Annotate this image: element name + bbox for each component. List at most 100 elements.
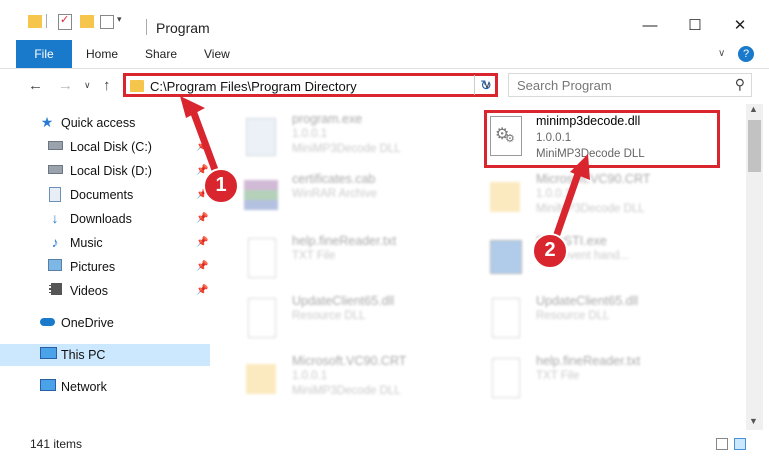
file-name: certificates.cab bbox=[292, 172, 376, 186]
sidebar-item-this-pc[interactable]: This PC bbox=[0, 344, 210, 366]
search-input[interactable]: Search Program bbox=[517, 78, 612, 93]
details-view-icon[interactable] bbox=[716, 438, 728, 450]
pin-icon: 📌 bbox=[196, 141, 209, 152]
dll-gear-icon bbox=[486, 296, 526, 340]
pin-icon: 📌 bbox=[196, 189, 209, 200]
tab-view[interactable]: View bbox=[204, 40, 230, 68]
sidebar-item-pictures[interactable]: Pictures 📌 bbox=[0, 256, 210, 278]
sidebar-item-quick-access[interactable]: ★ Quick access bbox=[0, 112, 210, 134]
sidebar-item-music[interactable]: ♪ Music 📌 bbox=[0, 232, 210, 254]
folder-icon bbox=[28, 12, 42, 30]
address-bar[interactable]: C:\Program Files\Program Directory ∨ bbox=[123, 73, 498, 97]
file-item[interactable]: UpdateClient65.dll Resource DLL bbox=[242, 292, 487, 348]
customize-icon[interactable] bbox=[100, 12, 114, 30]
recent-dropdown-icon[interactable]: ∨ bbox=[84, 80, 91, 91]
sidebar-item-label: Local Disk (C:) bbox=[70, 140, 152, 154]
videos-icon bbox=[48, 283, 62, 297]
file-name: program.exe bbox=[292, 112, 363, 126]
large-icons-view-icon[interactable] bbox=[734, 438, 746, 450]
help-icon[interactable]: ? bbox=[738, 46, 754, 62]
tab-file[interactable]: File bbox=[16, 40, 72, 68]
pin-icon: 📌 bbox=[196, 237, 209, 248]
file-version: 1.0.0.1 bbox=[536, 188, 572, 200]
dll-gear-icon bbox=[242, 296, 282, 340]
music-icon: ♪ bbox=[51, 234, 59, 250]
sidebar-item-local-disk-d[interactable]: Local Disk (D:) 📌 bbox=[0, 160, 210, 182]
sidebar-item-label: Quick access bbox=[61, 116, 136, 130]
sidebar-item-downloads[interactable]: ↓ Downloads 📌 bbox=[0, 208, 210, 230]
star-icon: ★ bbox=[40, 114, 54, 130]
new-folder-icon[interactable] bbox=[80, 12, 94, 30]
back-arrow-icon[interactable]: ← bbox=[28, 77, 43, 94]
downloads-icon: ↓ bbox=[51, 210, 59, 226]
file-item[interactable]: Microsoft.VC90.CRT 1.0.0.1 MiniMP3Decode… bbox=[486, 170, 731, 226]
file-name: UpdateClient65.dll bbox=[292, 294, 395, 308]
scrollbar-thumb[interactable] bbox=[748, 120, 761, 172]
file-type: WinRAR Archive bbox=[292, 188, 377, 200]
folder-icon bbox=[486, 174, 526, 218]
drive-icon bbox=[48, 163, 63, 177]
file-name: UpdateClient65.dll bbox=[536, 294, 639, 308]
file-description: MiniMP3Decode DLL bbox=[292, 143, 401, 155]
navigation-pane: ★ Quick access Local Disk (C:) 📌 Local D… bbox=[0, 104, 210, 430]
sidebar-item-label: Music bbox=[70, 236, 103, 250]
sidebar-item-documents[interactable]: Documents 📌 bbox=[0, 184, 210, 206]
computer-icon bbox=[40, 347, 57, 361]
file-type: TXT File bbox=[536, 370, 580, 382]
tab-share[interactable]: Share bbox=[145, 40, 177, 68]
file-name: Microsoft.VC90.CRT bbox=[536, 172, 651, 186]
expand-ribbon-icon[interactable]: ∨ bbox=[718, 48, 725, 59]
documents-icon bbox=[48, 187, 62, 202]
scroll-down-icon[interactable]: ▼ bbox=[749, 416, 758, 426]
step-2-label: 2 bbox=[544, 239, 556, 261]
window-title: Program bbox=[156, 20, 210, 36]
file-item[interactable]: UpdateClient65.dll Resource DLL bbox=[486, 292, 731, 348]
vertical-scrollbar[interactable]: ▲ ▼ bbox=[746, 104, 763, 430]
quick-access-dropdown-icon[interactable]: ▾ bbox=[117, 14, 122, 32]
tab-home[interactable]: Home bbox=[86, 40, 118, 68]
search-icon[interactable]: ⚲ bbox=[735, 76, 745, 93]
sidebar-item-label: Pictures bbox=[70, 260, 116, 274]
file-description: MiniMP3Decode DLL bbox=[536, 203, 645, 215]
sidebar-item-label: Local Disk (D:) bbox=[70, 164, 152, 178]
sidebar-item-label: Videos bbox=[70, 284, 108, 298]
file-name: Microsoft.VC90.CRT bbox=[292, 354, 407, 368]
file-highlight-box bbox=[484, 110, 720, 168]
sidebar-item-videos[interactable]: Videos 📌 bbox=[0, 280, 210, 302]
file-item[interactable]: program.exe 1.0.0.1 MiniMP3Decode DLL bbox=[242, 110, 487, 166]
text-file-icon bbox=[242, 236, 282, 280]
file-item[interactable]: help.fineReader.txt TXT File bbox=[486, 352, 731, 408]
sidebar-item-label: Network bbox=[61, 380, 107, 394]
sidebar-item-local-disk-c[interactable]: Local Disk (C:) 📌 bbox=[0, 136, 210, 158]
search-box[interactable]: Search Program ⚲ bbox=[508, 73, 752, 97]
address-path: C:\Program Files\Program Directory bbox=[150, 79, 357, 94]
scroll-up-icon[interactable]: ▲ bbox=[749, 104, 758, 114]
text-file-icon bbox=[486, 356, 526, 400]
file-type: Resource DLL bbox=[536, 310, 610, 322]
separator bbox=[46, 14, 47, 28]
forward-arrow-icon[interactable]: → bbox=[58, 77, 73, 94]
file-item[interactable]: EasySTI.exe Web event hand... bbox=[486, 232, 731, 288]
minimize-button[interactable]: — bbox=[640, 16, 660, 36]
sidebar-item-network[interactable]: Network bbox=[0, 376, 210, 398]
file-version: 1.0.0.1 bbox=[292, 370, 328, 382]
sidebar-item-onedrive[interactable]: OneDrive bbox=[0, 312, 210, 334]
network-icon bbox=[40, 379, 56, 393]
file-version: 1.0.0.1 bbox=[292, 128, 328, 140]
pictures-icon bbox=[48, 259, 62, 273]
file-item[interactable]: certificates.cab WinRAR Archive bbox=[242, 170, 487, 226]
pin-icon: 📌 bbox=[196, 261, 209, 272]
refresh-icon[interactable]: ↻ bbox=[474, 75, 497, 95]
navigation-bar: ← → ∨ ↑ C:\Program Files\Program Directo… bbox=[0, 69, 769, 103]
up-arrow-icon[interactable]: ↑ bbox=[103, 77, 111, 94]
sidebar-item-label: OneDrive bbox=[61, 316, 114, 330]
maximize-button[interactable]: ☐ bbox=[685, 16, 705, 36]
status-bar: 141 items bbox=[0, 432, 769, 456]
file-description: MiniMP3Decode DLL bbox=[292, 385, 401, 397]
exe-file-icon bbox=[486, 236, 526, 280]
file-item[interactable]: Microsoft.VC90.CRT 1.0.0.1 MiniMP3Decode… bbox=[242, 352, 487, 408]
properties-icon[interactable]: ✓ bbox=[58, 12, 72, 30]
sidebar-item-label: Downloads bbox=[70, 212, 132, 226]
file-item[interactable]: help.fineReader.txt TXT File bbox=[242, 232, 487, 288]
close-button[interactable]: ✕ bbox=[730, 16, 750, 36]
